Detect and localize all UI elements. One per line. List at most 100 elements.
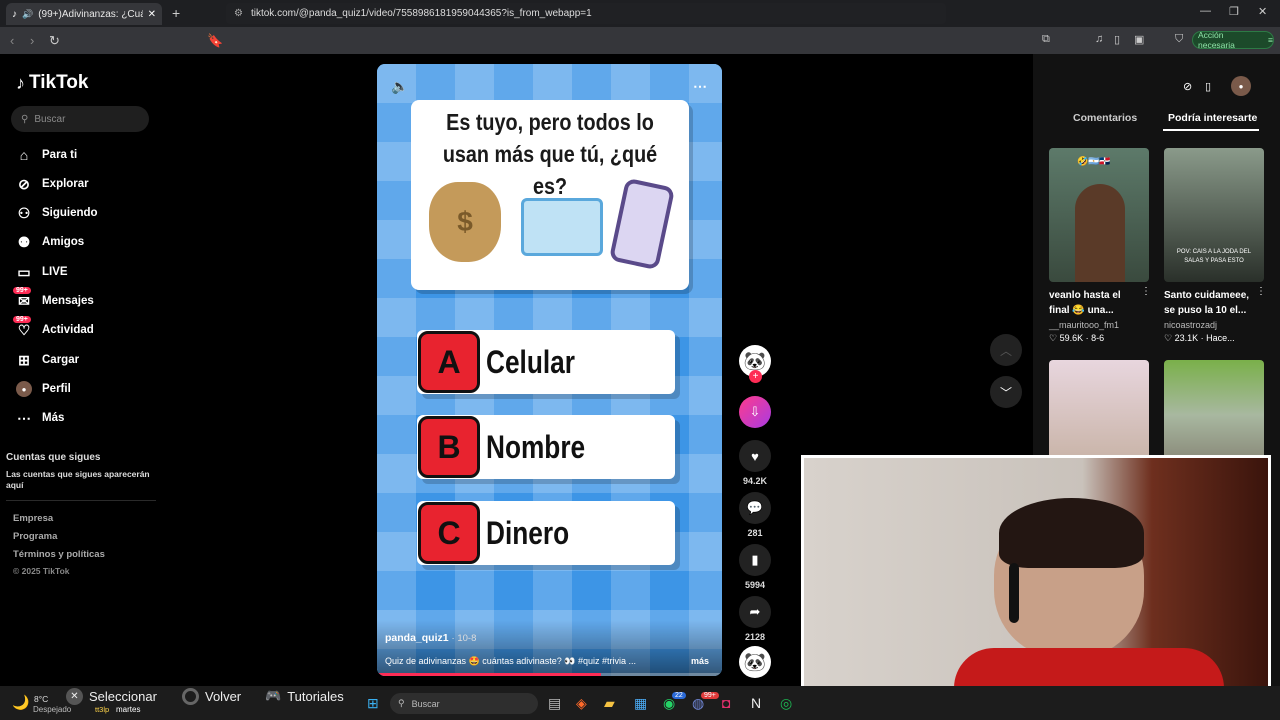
video-caption-area bbox=[377, 620, 722, 676]
instagram-icon[interactable]: ◘ bbox=[722, 695, 730, 711]
footer-link-empresa[interactable]: Empresa bbox=[13, 513, 53, 524]
music-icon[interactable]: ♫ bbox=[1095, 33, 1103, 45]
share-button[interactable]: ➦ bbox=[739, 596, 771, 628]
back-control[interactable]: Volver bbox=[182, 688, 241, 705]
taskbar-search[interactable]: ⚲ Buscar bbox=[390, 693, 538, 714]
sidebar-item-label: Explorar bbox=[42, 178, 89, 190]
activity-icon: ♡ 99+ bbox=[13, 316, 32, 338]
windows-start-icon[interactable]: ⊞ bbox=[367, 695, 379, 712]
tab-comentarios[interactable]: Comentarios bbox=[1073, 112, 1137, 124]
sound-avatar[interactable]: 🐼 bbox=[739, 646, 771, 678]
compass-icon[interactable]: ⊘ bbox=[1183, 80, 1192, 93]
maximize-icon[interactable]: ❐ bbox=[1229, 5, 1239, 18]
video-player[interactable]: 🔈 ⋯ Es tuyo, pero todos lo usan más que … bbox=[377, 64, 722, 676]
audio-icon: 🔊 bbox=[22, 8, 34, 19]
back-icon[interactable]: ‹ bbox=[10, 33, 14, 48]
taskbar-search-placeholder: Buscar bbox=[411, 698, 440, 709]
extension-icon[interactable]: ⧉ bbox=[1042, 33, 1050, 46]
sidebar-icon[interactable]: ▯ bbox=[1114, 33, 1120, 46]
task-view-icon[interactable]: ▤ bbox=[548, 695, 561, 712]
recommended-user[interactable]: nicoastrozadj bbox=[1164, 320, 1217, 330]
sidebar-item-mas[interactable]: ⋯ Más bbox=[16, 410, 64, 426]
sidebar-item-actividad[interactable]: ♡ 99+ Actividad bbox=[13, 316, 94, 338]
option-c[interactable]: C Dinero bbox=[417, 501, 675, 565]
more-options-icon[interactable]: ⋮ bbox=[1256, 286, 1266, 297]
following-empty-text: Las cuentas que sigues aparecerán aquí bbox=[6, 469, 150, 490]
browser-tab[interactable]: ♪ 🔊 (99+)Adivinanzas: ¿Cuántas a ✕ bbox=[6, 3, 162, 25]
author-name[interactable]: panda_quiz1 bbox=[385, 632, 449, 644]
user-avatar[interactable]: ● bbox=[1231, 76, 1251, 96]
close-window-icon[interactable]: ✕ bbox=[1258, 5, 1267, 18]
chevron-down-icon: ﹀ bbox=[999, 385, 1012, 400]
compass-icon: ⊘ bbox=[18, 175, 30, 192]
activity-badge: 99+ bbox=[13, 316, 31, 323]
footer-link-programa[interactable]: Programa bbox=[13, 531, 57, 542]
more-options-icon[interactable]: ⋯ bbox=[693, 78, 707, 95]
like-button[interactable]: ♥ bbox=[739, 440, 771, 472]
option-b[interactable]: B Nombre bbox=[417, 415, 675, 479]
close-tab-icon[interactable]: ✕ bbox=[148, 9, 156, 20]
forward-icon[interactable]: › bbox=[30, 33, 34, 48]
file-explorer-icon[interactable]: ▰ bbox=[604, 695, 615, 712]
follow-plus-icon[interactable]: + bbox=[749, 370, 762, 383]
tiktok-note-icon: ♪ bbox=[16, 72, 25, 93]
recommended-thumbnail[interactable]: 🤣🇦🇷🇩🇴 bbox=[1049, 148, 1149, 282]
sidebar-item-cargar[interactable]: ⊞ Cargar bbox=[16, 352, 79, 368]
new-tab-icon[interactable]: + bbox=[172, 5, 180, 21]
recommended-title[interactable]: veanlo hasta el final 😂 una... bbox=[1049, 288, 1144, 318]
recommended-thumbnail[interactable] bbox=[1049, 360, 1149, 460]
url-field[interactable]: ⚙ tiktok.com/@panda_quiz1/video/75589861… bbox=[226, 3, 946, 24]
recommended-thumbnail[interactable] bbox=[1164, 360, 1264, 460]
shield-icon[interactable]: ⛉ bbox=[1175, 33, 1183, 46]
tab-podria-interesarte[interactable]: Podría interesarte bbox=[1168, 112, 1257, 124]
recommended-thumbnail[interactable]: POV: CAIS A LA JODA DEL SALAS Y PASA EST… bbox=[1164, 148, 1264, 282]
sidebar-item-perfil[interactable]: ● Perfil bbox=[16, 381, 71, 397]
wallet-icon[interactable]: ▣ bbox=[1134, 33, 1144, 46]
more-options-icon[interactable]: ⋮ bbox=[1141, 286, 1151, 297]
tutorials-control[interactable]: 🎮 Tutoriales bbox=[265, 688, 344, 704]
back-label: Volver bbox=[205, 689, 242, 704]
next-video-button[interactable]: ﹀ bbox=[990, 376, 1022, 408]
minimize-icon[interactable]: — bbox=[1200, 5, 1211, 17]
thumbnail-overlay: 🤣🇦🇷🇩🇴 bbox=[1077, 156, 1111, 166]
sidebar-item-siguiendo[interactable]: ⚇ Siguiendo bbox=[16, 205, 98, 221]
brave-browser-icon[interactable]: ◈ bbox=[576, 695, 587, 712]
volume-icon[interactable]: 🔈 bbox=[391, 78, 408, 95]
tiktok-logo[interactable]: ♪ TikTok bbox=[16, 72, 88, 94]
comment-button[interactable]: 💬 bbox=[739, 492, 771, 524]
profile-avatar: ● bbox=[16, 381, 32, 397]
download-button[interactable]: ⇩ bbox=[739, 396, 771, 428]
recommended-title[interactable]: Santo cuidameee, se puso la 10 el... bbox=[1164, 288, 1259, 318]
logo-text: TikTok bbox=[29, 72, 89, 93]
device-icon[interactable]: ▯ bbox=[1205, 80, 1211, 93]
controller-icon: 🎮 bbox=[265, 688, 282, 703]
footer-link-terminos[interactable]: Términos y políticas bbox=[13, 549, 105, 560]
reload-icon[interactable]: ↻ bbox=[49, 33, 60, 49]
caption-more-link[interactable]: más bbox=[691, 656, 709, 666]
save-button[interactable]: ▮ bbox=[739, 544, 771, 576]
webcam-overlay bbox=[801, 455, 1271, 715]
site-info-icon[interactable]: ⚙ bbox=[234, 8, 243, 19]
select-control[interactable]: ✕ Seleccionar bbox=[66, 688, 157, 705]
sidebar-item-amigos[interactable]: ⚉ Amigos bbox=[16, 234, 84, 250]
notion-icon[interactable]: N bbox=[751, 695, 761, 711]
recommended-user[interactable]: __mauritooo_fm1 bbox=[1049, 320, 1119, 330]
sidebar-item-para-ti[interactable]: ⌂ Para ti bbox=[16, 147, 77, 163]
spotify-icon[interactable]: ◎ bbox=[780, 695, 792, 712]
previous-video-button[interactable]: ︿ bbox=[990, 334, 1022, 366]
sidebar-item-label: LIVE bbox=[42, 266, 68, 278]
sidebar-item-mensajes[interactable]: ✉ 99+ Mensajes bbox=[13, 287, 94, 309]
store-icon[interactable]: ▦ bbox=[634, 695, 647, 712]
option-a[interactable]: A Celular bbox=[417, 330, 675, 394]
sidebar-item-live[interactable]: ▭ LIVE bbox=[16, 264, 68, 280]
sidebar-item-explorar[interactable]: ⊘ Explorar bbox=[16, 176, 89, 192]
option-letter: C bbox=[418, 502, 480, 564]
sidebar-item-label: Amigos bbox=[42, 236, 85, 248]
search-input[interactable]: ⚲ Buscar bbox=[11, 106, 149, 132]
bookmark-icon[interactable]: 🔖 bbox=[207, 33, 223, 49]
action-needed-button[interactable]: Acción necesaria ≡ bbox=[1192, 30, 1274, 50]
address-bar bbox=[0, 27, 1280, 54]
video-progress-bar[interactable] bbox=[377, 673, 722, 676]
thumbnail-overlay: POV: CAIS A LA JODA DEL SALAS Y PASA EST… bbox=[1176, 249, 1252, 264]
option-text: Celular bbox=[486, 343, 575, 380]
